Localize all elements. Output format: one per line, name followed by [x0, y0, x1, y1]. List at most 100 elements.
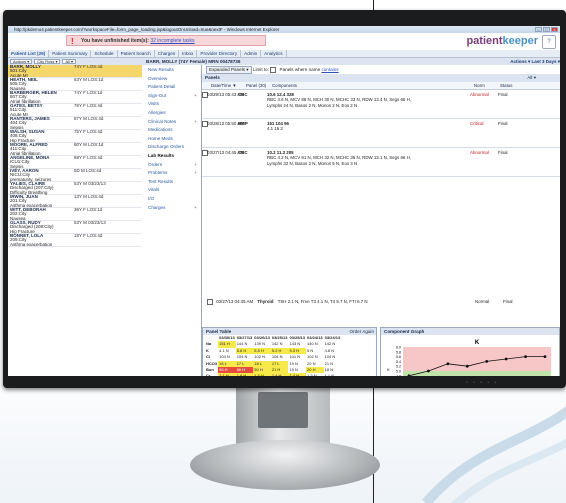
y-tick-label: 5.4 — [396, 360, 401, 364]
col-components[interactable]: Components — [272, 82, 297, 89]
lab-row[interactable]: 03/29/13 05:43 AM CBC 10.6 12.4 328 RBC 4.6… — [202, 90, 560, 119]
nav-item-test-results[interactable]: Test Results — [142, 178, 201, 187]
col-status[interactable]: Status — [500, 82, 512, 89]
patient-meta: 74Y F LOS:4d — [74, 64, 103, 69]
panel-table-row: Cr 2.1 H 1.9 H 1.6 H 1.4 H 1.4 H 1.3 N 1.1 N — [205, 373, 341, 376]
lab-components: 10.6 12.4 328 RBC 4.6 N, MCV 88 N, MCH 30… — [267, 92, 467, 108]
patient-meta: 80Y M LOS:1d — [74, 142, 104, 147]
lab-status: Final — [498, 150, 508, 155]
brand-part-1: patient — [466, 35, 503, 47]
main-tab-bar: Patient List (29) Patient Summary Schedule… — [8, 50, 560, 58]
nav-item-vitals[interactable]: Vitals — [142, 186, 201, 195]
tab-1[interactable]: Patient Summary — [49, 50, 92, 57]
panel-table-cell: 1.6 H — [253, 373, 271, 376]
tab-2[interactable]: Schedule — [91, 50, 118, 57]
nav-item-patient-detail[interactable]: Patient Detail — [142, 83, 201, 92]
lab-date: 03/27/13 04:45 AM — [216, 299, 254, 305]
panels-title: Panels — [205, 75, 220, 80]
contains-link[interactable]: contains — [321, 67, 338, 72]
order-again-button[interactable]: Order Again — [349, 328, 374, 335]
patient-meta: 53Y M 03/23/13 — [74, 181, 106, 186]
patient-banner: BARR, MOLLY (74Y Female) MRN 00478736 Ac… — [142, 58, 560, 65]
panel-table-cell: 1.3 N — [307, 373, 317, 376]
help-icon[interactable]: ? — [542, 35, 556, 49]
all-dropdown[interactable]: All ▾ — [527, 74, 536, 82]
tab-4[interactable]: Charges — [155, 50, 180, 57]
lab-row-thyroid[interactable]: 03/27/13 04:45 AM Thyroid TSH 2.1 N, Fre… — [207, 299, 513, 307]
lab-results-view: Expanded Panels ▾ Limit to: Panels where… — [202, 65, 560, 376]
data-point — [485, 360, 489, 363]
lab-status: Final — [498, 121, 508, 126]
name-contains-label: Panels where name — [279, 67, 321, 72]
tab-3[interactable]: Patient Search — [118, 50, 155, 57]
nav-item-orders[interactable]: Orders — [142, 161, 201, 170]
nav-item-lab-results[interactable]: Lab Results — [142, 152, 201, 161]
lab-line-2: 4.1 16 2 — [267, 126, 283, 132]
tab-6[interactable]: Provider Directory — [197, 50, 242, 57]
data-point — [446, 362, 450, 366]
col-norm[interactable]: Norm — [474, 82, 485, 89]
component-graph-title: Component Graph — [384, 329, 425, 334]
brand-part-2: keeper — [502, 35, 538, 47]
minimize-icon[interactable]: – — [535, 27, 542, 32]
unfinished-items-banner: ! You have unfinished item(s): 32 incomp… — [66, 35, 266, 46]
incomplete-tasks-link[interactable]: 32 incomplete tasks — [150, 38, 194, 44]
lab-status: Final — [503, 299, 513, 304]
nav-item-i-o[interactable]: I/O — [142, 195, 201, 204]
nav-item-new-results[interactable]: New Results — [142, 66, 201, 75]
lab-test: CBC — [238, 92, 248, 97]
expanded-panels-dropdown[interactable]: Expanded Panels ▾ — [206, 66, 252, 74]
banner-actions[interactable]: Actions ▾ Last 3 Days ▾ — [510, 58, 560, 65]
y-tick-label: 5.6 — [396, 355, 401, 359]
lab-test: BMP — [238, 121, 248, 126]
nav-item-charges[interactable]: Charges — [142, 204, 201, 213]
close-icon[interactable]: × — [551, 27, 558, 32]
nav-item-medications[interactable]: Medications — [142, 126, 201, 135]
lab-test: CBC — [238, 150, 248, 155]
monitor-stand-cutout — [258, 392, 308, 428]
lab-components: 10.2 11.3 205 RBC 4.2 N, MCV 91 N, MCH 32… — [267, 150, 467, 166]
nav-item-clinical-notes[interactable]: Clinical Notes — [142, 118, 201, 127]
limit-checkbox[interactable] — [270, 66, 277, 73]
patient-meta: 18Y F LOS:4d — [74, 233, 103, 238]
y-axis-label: K — [387, 367, 390, 372]
browser-titlebar: http://pkdemo4.patientkeeper.com/?worksp… — [8, 26, 560, 33]
col-panel[interactable]: Panel (30) — [246, 82, 266, 89]
lab-norm: Normal — [475, 299, 490, 304]
patient-meta: 53Y M 03/23/13 — [74, 220, 106, 225]
panel-table-cell: 1.4 H — [288, 373, 307, 376]
nav-item-allergies[interactable]: Allergies — [142, 109, 201, 118]
data-point — [427, 369, 430, 373]
patient-list-item[interactable]: BONNET, LOLA 209:City Asthma exacerbation 1… — [8, 233, 142, 247]
nav-item-problems[interactable]: Problems — [142, 169, 201, 178]
patient-banner-text: BARR, MOLLY (74Y Female) MRN 00478736 — [146, 59, 241, 64]
row-checkbox[interactable] — [207, 299, 213, 305]
data-point — [504, 357, 508, 361]
tab-8[interactable]: Analytics — [261, 50, 287, 57]
panel-table-header: Panel Table Order Again — [203, 328, 376, 335]
nav-item-sign-out[interactable]: Sign-Out — [142, 92, 201, 101]
nav-item-discharge-orders[interactable]: Discharge Orders — [142, 143, 201, 152]
lab-row[interactable]: 03/27/13 04:45 AM CBC 10.2 11.3 205 RBC 4.2… — [202, 148, 560, 177]
panel-table-cell: 1.4 H — [270, 373, 289, 376]
nav-item-visits[interactable]: Visits — [142, 100, 201, 109]
tab-7[interactable]: Admin — [241, 50, 262, 57]
nav-items: New Results Overview Patient Detail Sign-Ou… — [142, 66, 201, 212]
patient-meta: 13Y M LOS:4d — [74, 194, 104, 199]
nav-item-overview[interactable]: Overview — [142, 75, 201, 84]
y-tick-label: 4.8 — [396, 374, 401, 376]
tab-5[interactable]: Inbox — [179, 50, 198, 57]
app-header: ! You have unfinished item(s): 32 incomp… — [8, 33, 560, 50]
lab-row[interactable]: 03/28/13 05:50 AM BMP 151 104 96 4.1 16 2 Cr… — [202, 119, 560, 148]
panel-table-label: Cr — [206, 373, 211, 376]
y-tick-label: 6.0 — [396, 346, 401, 350]
lab-filters: Expanded Panels ▾ Limit to: Panels where… — [202, 65, 560, 74]
y-tick-label: 5.2 — [396, 365, 401, 369]
maximize-icon[interactable]: □ — [543, 27, 550, 32]
brand-logo: patientkeeper — [466, 35, 538, 48]
lab-status: Final — [498, 92, 508, 97]
component-graph-panel: Component Graph K6.05.85.65.45.25.04.84.… — [380, 327, 560, 376]
nav-item-home-meds[interactable]: Home Meds — [142, 135, 201, 144]
tab-0[interactable]: Patient List (29) — [8, 50, 50, 57]
col-date[interactable]: Date/Time ▼ — [211, 82, 237, 89]
